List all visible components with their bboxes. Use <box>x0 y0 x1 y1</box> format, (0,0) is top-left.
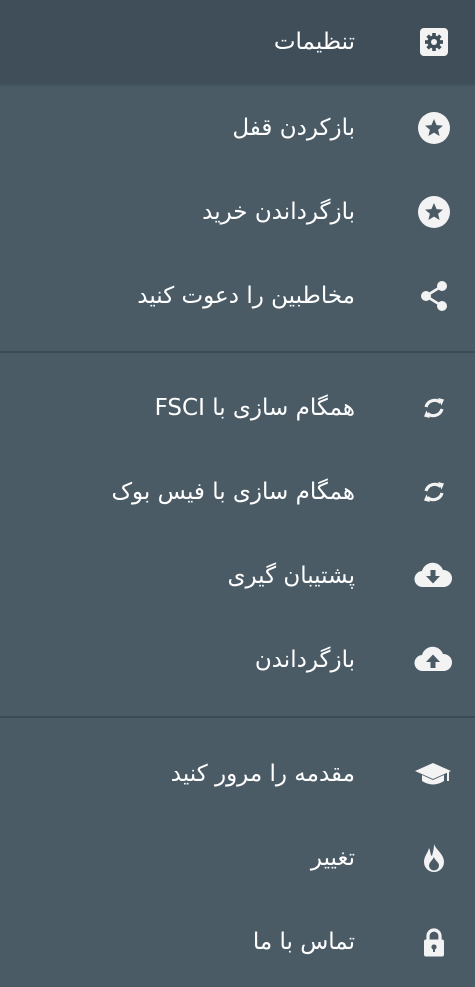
star-circle-icon <box>417 195 451 229</box>
menu-item-label: بازگرداندن <box>254 647 355 673</box>
graduation-cap-icon <box>413 757 453 791</box>
menu-item-settings[interactable]: تنظیمات <box>0 0 475 84</box>
gear-icon <box>417 25 451 59</box>
cloud-download-icon <box>411 559 455 593</box>
menu-item-label: تماس با ما <box>252 929 355 955</box>
menu-item-restore-purchase[interactable]: بازگرداندن خرید <box>0 170 475 254</box>
menu-item-sync-facebook[interactable]: همگام سازی با فیس بوک <box>0 450 475 534</box>
menu-item-label: پشتیبان گیری <box>227 563 355 589</box>
menu-item-restore[interactable]: بازگرداندن <box>0 618 475 702</box>
menu-item-label: همگام سازی با فیس بوک <box>111 479 355 505</box>
menu-item-contact-us[interactable]: تماس با ما <box>0 900 475 984</box>
share-icon <box>417 279 451 313</box>
menu-item-label: بازکردن قفل <box>232 115 355 141</box>
menu-item-label: مخاطبین را دعوت کنید <box>137 283 355 309</box>
menu-item-sync-fsci[interactable]: همگام سازی با FSCI <box>0 366 475 450</box>
menu-item-label: تنظیمات <box>273 29 355 55</box>
menu-item-label: همگام سازی با FSCI <box>154 395 355 421</box>
menu-item-backup[interactable]: پشتیبان گیری <box>0 534 475 618</box>
menu-item-unlock[interactable]: بازکردن قفل <box>0 86 475 170</box>
menu-item-review-intro[interactable]: مقدمه را مرور کنید <box>0 732 475 816</box>
menu-item-change[interactable]: تغییر <box>0 816 475 900</box>
divider <box>0 351 475 353</box>
star-circle-icon <box>417 111 451 145</box>
flame-icon <box>417 841 451 875</box>
navigation-menu: تنظیمات بازکردن قفل بازگرداندن خرید مخاط… <box>0 0 475 987</box>
menu-item-label: تغییر <box>310 845 355 871</box>
menu-item-label: بازگرداندن خرید <box>202 199 355 225</box>
sync-icon <box>417 475 451 509</box>
sync-icon <box>417 391 451 425</box>
menu-item-invite-contacts[interactable]: مخاطبین را دعوت کنید <box>0 254 475 338</box>
lock-icon <box>417 925 451 959</box>
menu-item-label: مقدمه را مرور کنید <box>170 761 355 787</box>
cloud-upload-icon <box>411 643 455 677</box>
divider <box>0 716 475 718</box>
